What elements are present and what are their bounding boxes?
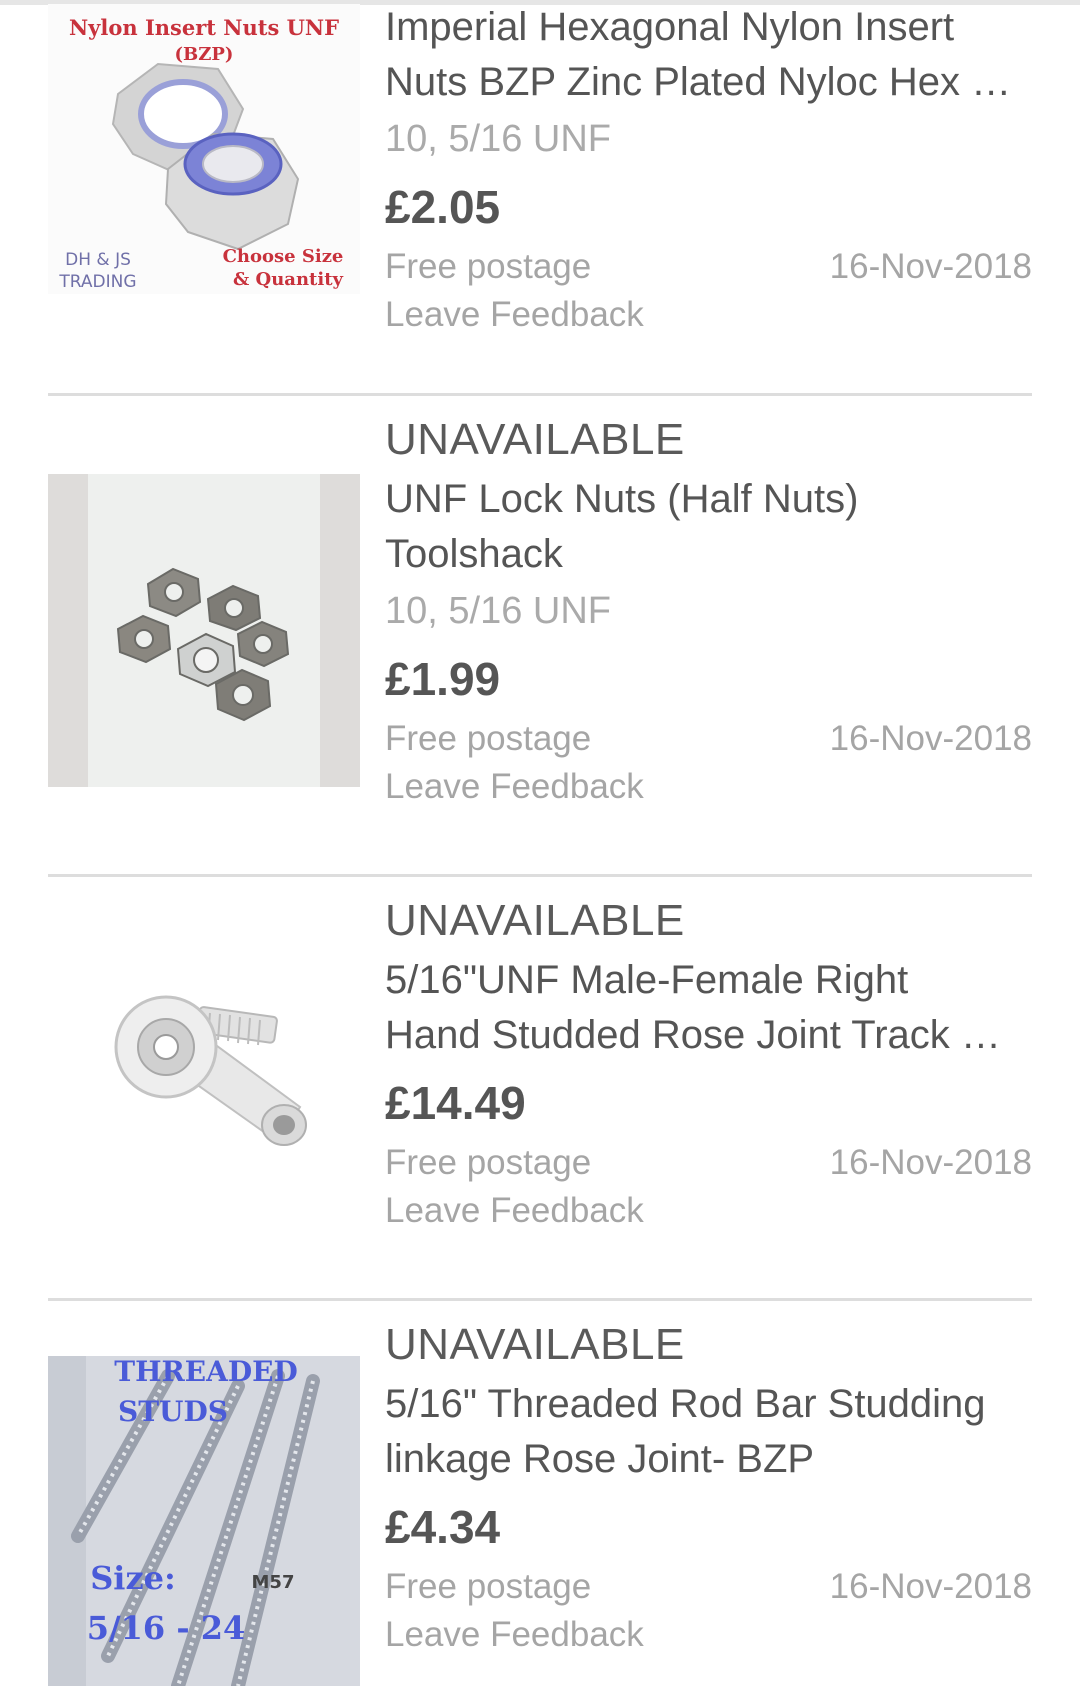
postage-row: Free postage 16-Nov-2018 [385, 1563, 1032, 1611]
item-price: £2.05 [385, 181, 501, 233]
image-size-line2: 5/16 - 24 [87, 1609, 246, 1647]
unavailable-status: UNAVAILABLE [385, 1320, 685, 1369]
image-brand-line1: DH & JS [65, 250, 131, 270]
purchase-history-list: Nylon Insert Nuts UNF (BZP) DH & JS TRAD… [0, 0, 1080, 1686]
item-thumbnail[interactable] [48, 474, 360, 787]
item-title-line2[interactable]: linkage Rose Joint- BZP [385, 1432, 1032, 1487]
image-code: M57 [252, 1572, 295, 1593]
list-item[interactable]: UNAVAILABLE 5/16"UNF Male-Female Right H… [48, 877, 1032, 1301]
item-title-line2[interactable]: Nuts BZP Zinc Plated Nyloc Hex … [385, 55, 1032, 110]
purchase-date: 16-Nov-2018 [829, 1567, 1032, 1606]
item-price: £1.99 [385, 653, 501, 705]
image-heading: Nylon Insert Nuts UNF [69, 15, 339, 40]
rose-joint-image [48, 937, 360, 1187]
item-info: Imperial Hexagonal Nylon Insert Nuts BZP… [385, 0, 1032, 339]
item-title-line2[interactable]: Toolshack [385, 527, 1032, 582]
postage-row: Free postage 16-Nov-2018 [385, 1139, 1032, 1187]
image-heading-line2: STUDS [118, 1395, 228, 1428]
threaded-studs-image: THREADED STUDS M57 Size: 5/16 - 24 [48, 1356, 360, 1686]
leave-feedback-link[interactable]: Leave Feedback [385, 763, 644, 811]
item-thumbnail[interactable]: THREADED STUDS M57 Size: 5/16 - 24 [48, 1356, 360, 1686]
image-choose-line2: & Quantity [233, 269, 344, 290]
postage-row: Free postage 16-Nov-2018 [385, 243, 1032, 291]
unavailable-status: UNAVAILABLE [385, 896, 685, 945]
list-item[interactable]: UNAVAILABLE UNF Lock Nuts (Half Nuts) To… [48, 396, 1032, 877]
postage-text: Free postage [385, 719, 592, 758]
item-price: £14.49 [385, 1077, 526, 1129]
lock-nuts-image [48, 474, 360, 787]
image-heading-line1: THREADED [114, 1356, 298, 1388]
item-title-line2[interactable]: Hand Studded Rose Joint Track … [385, 1008, 1032, 1063]
item-title-line1[interactable]: UNF Lock Nuts (Half Nuts) [385, 472, 1032, 527]
image-brand-line2: TRADING [58, 272, 136, 292]
image-size-line1: Size: [90, 1559, 176, 1597]
item-price: £4.34 [385, 1501, 501, 1553]
purchase-date: 16-Nov-2018 [829, 247, 1032, 286]
leave-feedback-link[interactable]: Leave Feedback [385, 291, 644, 339]
unavailable-status: UNAVAILABLE [385, 415, 685, 464]
purchase-date: 16-Nov-2018 [829, 1143, 1032, 1182]
list-item[interactable]: THREADED STUDS M57 Size: 5/16 - 24 UNAVA… [48, 1301, 1032, 1701]
nylon-insert-nuts-image: Nylon Insert Nuts UNF (BZP) DH & JS TRAD… [48, 4, 360, 294]
postage-text: Free postage [385, 247, 592, 286]
purchase-date: 16-Nov-2018 [829, 719, 1032, 758]
image-choose-line1: Choose Size [223, 246, 344, 267]
item-title-line1[interactable]: 5/16"UNF Male-Female Right [385, 953, 1032, 1008]
postage-text: Free postage [385, 1143, 592, 1182]
item-title-line1[interactable]: Imperial Hexagonal Nylon Insert [385, 0, 1032, 55]
list-item[interactable]: Nylon Insert Nuts UNF (BZP) DH & JS TRAD… [48, 0, 1032, 395]
image-subheading: (BZP) [175, 44, 234, 65]
item-thumbnail[interactable]: Nylon Insert Nuts UNF (BZP) DH & JS TRAD… [48, 4, 360, 294]
item-info: UNAVAILABLE 5/16"UNF Male-Female Right H… [385, 893, 1032, 1235]
item-info: UNAVAILABLE UNF Lock Nuts (Half Nuts) To… [385, 412, 1032, 811]
postage-row: Free postage 16-Nov-2018 [385, 715, 1032, 763]
item-variant: 10, 5/16 UNF [385, 118, 611, 160]
item-thumbnail[interactable] [48, 937, 360, 1187]
item-info: UNAVAILABLE 5/16" Threaded Rod Bar Studd… [385, 1317, 1032, 1659]
leave-feedback-link[interactable]: Leave Feedback [385, 1611, 644, 1659]
item-title-line1[interactable]: 5/16" Threaded Rod Bar Studding [385, 1377, 1032, 1432]
postage-text: Free postage [385, 1567, 592, 1606]
leave-feedback-link[interactable]: Leave Feedback [385, 1187, 644, 1235]
item-variant: 10, 5/16 UNF [385, 590, 611, 632]
